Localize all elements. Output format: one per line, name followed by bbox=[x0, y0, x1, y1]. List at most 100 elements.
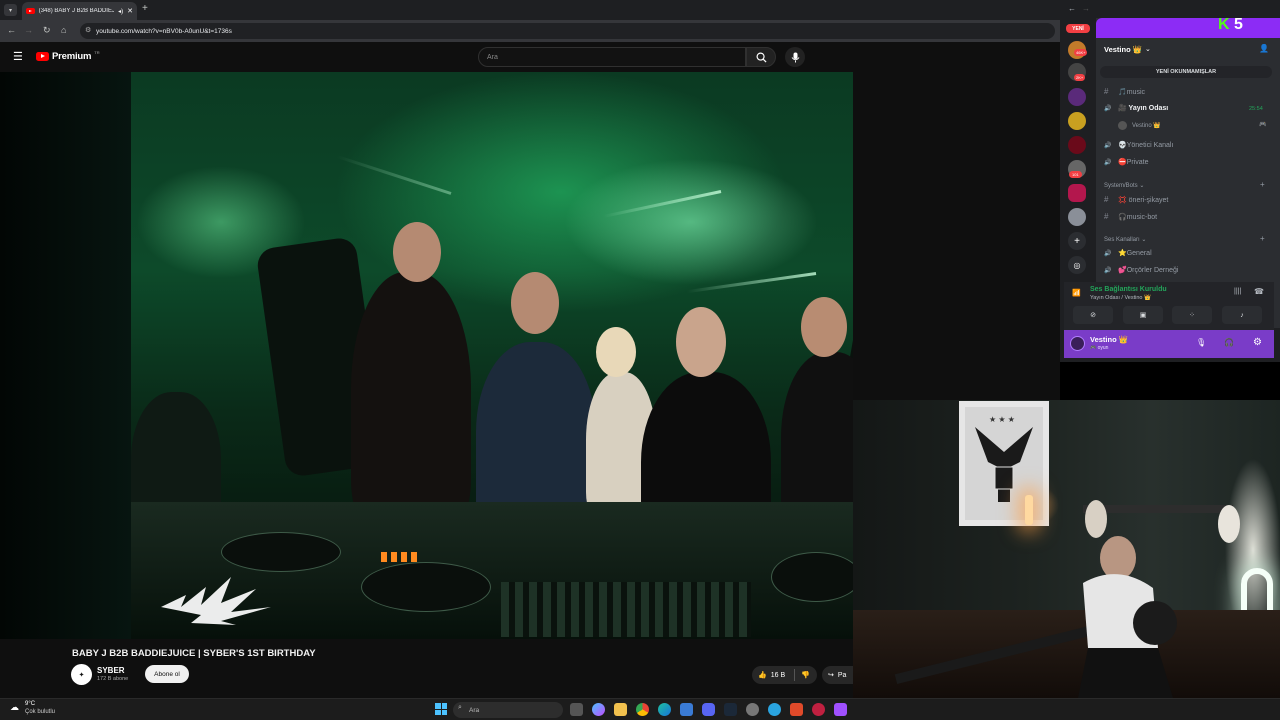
category-system-bots[interactable]: System/Bots ⌄ bbox=[1104, 182, 1144, 189]
reload-icon[interactable]: ↻ bbox=[43, 25, 51, 36]
voice-location[interactable]: Yayın Odası / Vestino 👑 bbox=[1090, 295, 1151, 301]
channel-oneri-sikayet[interactable]: # 💢 öneri-şikayet bbox=[1104, 195, 1168, 204]
taskbar-search[interactable]: ⌕ Ara bbox=[453, 702, 563, 718]
server-banner bbox=[1096, 18, 1280, 38]
app-icon[interactable] bbox=[834, 703, 847, 716]
channel-yayin-odasi[interactable]: 🔊 🎥 Yayın Odası bbox=[1104, 104, 1168, 112]
file-explorer-icon[interactable] bbox=[614, 703, 627, 716]
tab-close-icon[interactable]: ✕ bbox=[127, 7, 133, 15]
voice-search-button[interactable] bbox=[785, 47, 805, 67]
channel-music[interactable]: # 🎵music bbox=[1104, 87, 1145, 96]
settings-gear-icon[interactable]: ⚙ bbox=[1253, 337, 1262, 348]
logo-text: Premium bbox=[52, 51, 92, 62]
screen-share-button[interactable]: ▣ bbox=[1123, 306, 1163, 324]
voice-status[interactable]: Ses Bağlantısı Kuruldu bbox=[1090, 286, 1167, 293]
avatar[interactable] bbox=[1070, 336, 1085, 351]
noise-suppression-icon[interactable]: |||| bbox=[1234, 288, 1241, 295]
server-icon[interactable] bbox=[1068, 136, 1086, 154]
youtube-logo[interactable]: Premium TR bbox=[36, 50, 100, 62]
address-bar[interactable]: ⚙ youtube.com/watch?v=nBV0b-A0unU&t=1736… bbox=[80, 23, 1055, 39]
chrome-icon[interactable] bbox=[636, 703, 649, 716]
channel-general[interactable]: 🔊 ⭐General bbox=[1104, 249, 1152, 257]
channel-yonetici[interactable]: 🔊 💀Yönetici Kanalı bbox=[1104, 141, 1173, 149]
back-arrow-icon[interactable]: ← bbox=[1068, 4, 1076, 13]
activities-icon: ⁘ bbox=[1189, 312, 1195, 319]
add-channel-icon[interactable]: + bbox=[1260, 180, 1265, 189]
channel-label: ⛔Private bbox=[1118, 159, 1149, 166]
channel-orcorler[interactable]: 🔊 💕Orçörler Derneği bbox=[1104, 266, 1178, 274]
light-beam bbox=[336, 154, 452, 195]
kick-overlay-logo: K 5 bbox=[1218, 16, 1243, 34]
site-info-icon[interactable]: ⚙ bbox=[85, 26, 91, 34]
channel-label: 💀Yönetici Kanalı bbox=[1118, 142, 1174, 149]
menu-icon[interactable]: ☰ bbox=[13, 50, 23, 63]
subscribe-button[interactable]: Abone ol bbox=[145, 665, 189, 683]
like-button[interactable]: 👍 16 B bbox=[752, 671, 794, 680]
voice-member-vestino[interactable]: Vestino 👑 bbox=[1118, 121, 1161, 130]
settings-icon[interactable] bbox=[746, 703, 759, 716]
microphone-icon[interactable]: 🎙 bbox=[1196, 338, 1206, 347]
new-tab-button[interactable]: + bbox=[142, 3, 148, 14]
search-input[interactable]: Ara bbox=[478, 47, 746, 67]
channel-avatar[interactable]: ✦ bbox=[71, 664, 92, 685]
explore-icon[interactable]: ◎ bbox=[1068, 256, 1086, 274]
activities-button[interactable]: ⁘ bbox=[1172, 306, 1212, 324]
home-icon[interactable]: ⌂ bbox=[61, 25, 66, 35]
speaker-icon[interactable]: ◂) bbox=[118, 8, 123, 15]
user-name: Vestino 👑 bbox=[1090, 335, 1129, 344]
server-icon[interactable] bbox=[1068, 184, 1086, 202]
like-count: 16 B bbox=[770, 671, 786, 679]
server-name[interactable]: Vestino 👑 bbox=[1104, 45, 1142, 54]
start-button[interactable] bbox=[435, 703, 447, 715]
search-icon bbox=[756, 52, 767, 63]
category-ses-kanallari[interactable]: Ses Kanalları ⌄ bbox=[1104, 236, 1146, 243]
disconnect-icon[interactable]: ☎ bbox=[1254, 287, 1264, 296]
webcam-overlay: ★ ★ ★ bbox=[853, 400, 1280, 698]
voice-channel-icon: 🔊 bbox=[1104, 267, 1112, 274]
channel-private[interactable]: 🔊 ⛔Private bbox=[1104, 158, 1149, 166]
task-view-icon[interactable] bbox=[570, 703, 583, 716]
app-icon[interactable] bbox=[768, 703, 781, 716]
forward-arrow-icon[interactable]: → bbox=[1082, 4, 1090, 13]
store-icon[interactable] bbox=[680, 703, 693, 716]
steam-icon[interactable] bbox=[724, 703, 737, 716]
add-channel-icon[interactable]: + bbox=[1260, 234, 1265, 243]
mixer-pads bbox=[501, 582, 751, 637]
like-dislike-group: 👍 16 B 👎 bbox=[752, 666, 817, 684]
thumbs-up-icon: 👍 bbox=[758, 672, 767, 679]
channel-music-bot[interactable]: # 🎧music-bot bbox=[1104, 212, 1157, 221]
camera-off-button[interactable]: ⊘ bbox=[1073, 306, 1113, 324]
browser-tab-youtube[interactable]: (348) BABY J B2B BADDIEJUI ◂) ✕ bbox=[22, 2, 137, 20]
edge-icon[interactable] bbox=[658, 703, 671, 716]
forward-arrow-icon[interactable]: → bbox=[24, 25, 33, 35]
app-icon[interactable] bbox=[812, 703, 825, 716]
back-arrow-icon[interactable]: ← bbox=[7, 25, 16, 35]
video-title: BABY J B2B BADDIEJUICE | SYBER'S 1ST BIR… bbox=[72, 648, 316, 659]
youtube-header: ☰ Premium TR Ara bbox=[0, 42, 1060, 72]
person-glasses bbox=[351, 272, 471, 532]
head bbox=[801, 297, 847, 357]
chevron-down-icon[interactable]: ⌄ bbox=[1145, 45, 1151, 53]
server-icon[interactable] bbox=[1068, 88, 1086, 106]
dislike-button[interactable]: 👎 bbox=[795, 671, 810, 679]
app-icon[interactable] bbox=[790, 703, 803, 716]
add-server-icon[interactable]: + bbox=[1068, 232, 1086, 250]
framed-eagle-poster: ★ ★ ★ bbox=[959, 401, 1049, 526]
screen-share-icon: ▣ bbox=[1139, 312, 1147, 319]
soundboard-button[interactable]: ♪ bbox=[1222, 306, 1262, 324]
search-button[interactable] bbox=[746, 47, 776, 67]
server-icon[interactable] bbox=[1068, 112, 1086, 130]
weight-plate bbox=[1218, 505, 1240, 543]
server-icon-active[interactable] bbox=[1068, 208, 1086, 226]
weather-temperature[interactable]: 9°C bbox=[25, 701, 35, 707]
copilot-icon[interactable] bbox=[592, 703, 605, 716]
invite-icon[interactable]: 👤 bbox=[1259, 44, 1269, 53]
tab-list-dropdown-icon[interactable]: ▾ bbox=[4, 4, 17, 16]
video-player[interactable] bbox=[131, 72, 853, 639]
headphones-icon[interactable]: 🎧 bbox=[1224, 338, 1234, 347]
weather-description[interactable]: Çok bulutlu bbox=[25, 709, 55, 715]
channel-name[interactable]: SYBER bbox=[97, 666, 125, 675]
discord-icon[interactable] bbox=[702, 703, 715, 716]
head bbox=[596, 327, 636, 377]
new-unreads-button[interactable]: YENİ OKUNMAMIŞLAR bbox=[1100, 66, 1272, 78]
